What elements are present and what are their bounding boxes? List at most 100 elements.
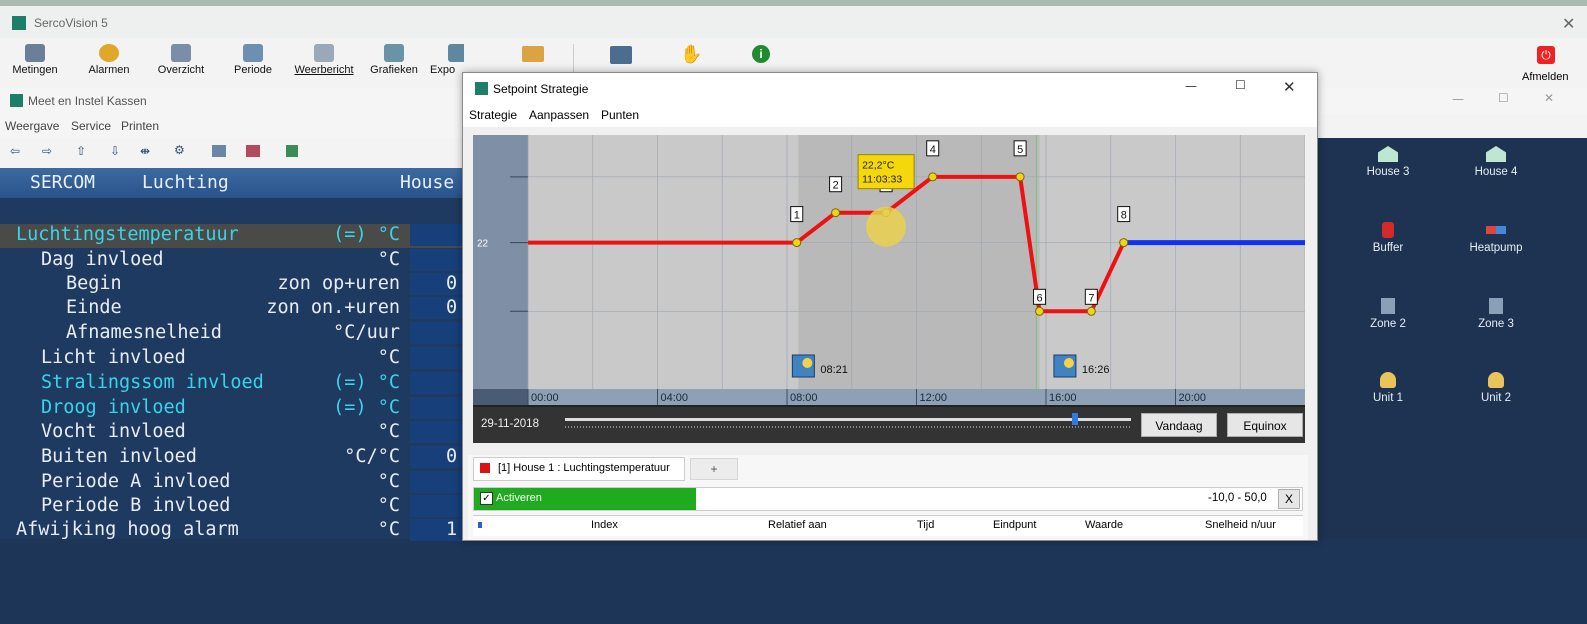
param-value[interactable] [410,249,470,271]
header-index[interactable]: Index [591,519,618,531]
dialog-maximize-icon[interactable]: ☐ [1235,78,1246,92]
equinox-button[interactable]: Equinox [1227,413,1303,437]
date-slider-thumb[interactable] [1072,413,1078,425]
param-row[interactable]: Vocht invloed °C [0,421,470,445]
toolbar-overzicht-button[interactable]: Overzicht [150,38,212,86]
jump-icon[interactable]: ⇼ [140,144,150,158]
device-buffer[interactable]: Buffer [1348,222,1428,254]
param-value[interactable]: 1 [410,519,470,541]
toolbar-metingen-button[interactable]: Metingen [6,38,64,86]
param-row[interactable]: Licht invloed °C [0,347,470,371]
param-row[interactable]: Einde zon on.+uren 0 [0,297,470,321]
param-row[interactable]: Begin zon op+uren 0 [0,273,470,297]
device-house-4[interactable]: House 4 [1456,146,1536,178]
param-value[interactable] [410,471,470,493]
header-eindpunt[interactable]: Eindpunt [993,519,1036,531]
header-waarde[interactable]: Waarde [1085,519,1123,531]
param-value[interactable] [410,322,470,344]
param-value[interactable]: 0 [410,273,470,295]
param-row[interactable]: Droog invloed (=) °C [0,397,470,421]
folder-icon[interactable] [522,46,544,62]
activate-checkbox[interactable]: ✓ [480,492,493,505]
device-unit-2[interactable]: Unit 2 [1456,372,1536,404]
strategy-tab[interactable]: [1] House 1 : Luchtingstemperatuur [473,457,685,481]
weather-icon [314,44,334,62]
sunrise-sun [802,358,813,368]
add-tab-button[interactable]: + [690,458,738,480]
device-zone-3[interactable]: Zone 3 [1456,298,1536,330]
menu-strategie[interactable]: Strategie [469,108,517,122]
arrow-down-icon[interactable]: ⇩ [110,144,120,158]
param-value[interactable] [410,347,470,369]
sub-close-icon[interactable]: ✕ [1544,91,1554,105]
sub-logo-icon [10,94,23,107]
toolbar-periode-button[interactable]: Periode [226,38,280,86]
meet-en-instel-window: Meet en Instel Kassen Weergave Service P… [0,88,470,541]
menu-service[interactable]: Service [71,119,111,133]
sub-maximize-icon[interactable]: ☐ [1498,91,1509,105]
settings-icon[interactable]: ⚙ [174,143,185,157]
toolbar-grafieken-button[interactable]: Grafieken [366,38,422,86]
x-tick-label: 04:00 [661,392,689,404]
menu-aanpassen[interactable]: Aanpassen [529,108,589,122]
activate-bar[interactable]: ✓ Activeren [474,488,696,510]
param-row[interactable]: Afnamesnelheid °C/uur [0,322,470,346]
param-row[interactable]: Afwijking hoog alarm °C 1 [0,519,470,543]
window-add-icon[interactable] [212,145,226,157]
param-row[interactable]: Dag invloed °C [0,249,470,273]
param-value[interactable] [410,421,470,443]
menu-printen[interactable]: Printen [121,119,159,133]
arrow-left-icon[interactable]: ⇦ [10,144,20,158]
device-window-icon[interactable] [610,46,632,64]
main-close-icon[interactable]: ✕ [1562,14,1575,33]
param-value[interactable] [410,495,470,517]
dialog-close-icon[interactable]: ✕ [1283,78,1296,96]
header-relatief[interactable]: Relatief aan [768,519,827,531]
cursor-highlight [866,206,907,247]
param-value[interactable] [410,224,470,246]
param-value[interactable]: 0 [410,297,470,319]
window-remove-icon[interactable] [246,145,260,157]
range-clear-button[interactable]: X [1278,489,1300,509]
menu-punten[interactable]: Punten [601,108,639,122]
param-row[interactable]: Stralingssom invloed (=) °C [0,372,470,396]
param-value[interactable] [410,397,470,419]
param-row[interactable]: Buiten invloed °C/°C 0 [0,446,470,470]
device-heatpump[interactable]: Heatpump [1456,222,1536,254]
param-value[interactable]: 0 [410,446,470,468]
device-zone-2[interactable]: Zone 2 [1348,298,1428,330]
house-icon[interactable] [286,145,298,157]
menu-weergave[interactable]: Weergave [5,119,59,133]
greenhouse-icon [1486,146,1506,162]
today-button[interactable]: Vandaag [1141,413,1217,437]
logout-label[interactable]: Afmelden [1522,71,1568,83]
arrow-right-icon[interactable]: ⇨ [42,144,52,158]
header-snelheid[interactable]: Snelheid n/uur [1205,519,1276,531]
dialog-minimize-icon[interactable]: — [1185,79,1197,93]
chart-svg[interactable]: 2200:0004:0008:0012:0016:0020:0012345678… [473,135,1305,443]
period-icon [243,44,263,62]
device-unit-1[interactable]: Unit 1 [1348,372,1428,404]
strategy-point [831,208,841,218]
toolbar-alarmen-button[interactable]: Alarmen [80,38,138,86]
header-tijd[interactable]: Tijd [917,519,934,531]
info-icon[interactable]: i [752,45,770,63]
strategy-chart[interactable]: 2200:0004:0008:0012:0016:0020:0012345678… [473,135,1305,443]
logout-icon[interactable]: ⏻ [1537,46,1555,64]
date-slider-track[interactable] [565,418,1131,421]
param-row[interactable]: Periode A invloed °C [0,471,470,495]
hand-icon[interactable]: ✋ [680,44,702,65]
device-house-3[interactable]: House 3 [1348,146,1428,178]
tooltip-time: 11:03:33 [862,174,902,186]
sub-minimize-icon[interactable]: — [1452,92,1464,106]
param-label: Afnamesnelheid [66,322,222,343]
export-icon [448,44,464,62]
param-label: Begin [66,273,122,294]
param-row[interactable]: Luchtingstemperatuur (=) °C [0,224,470,248]
date-slider-ticks [565,426,1131,428]
toolbar-export-button[interactable]: Expo [430,38,464,86]
toolbar-weerbericht-button[interactable]: Weerbericht [289,38,359,86]
arrow-up-icon[interactable]: ⇧ [76,144,86,158]
param-value[interactable] [410,372,470,394]
param-row[interactable]: Periode B invloed °C [0,495,470,519]
